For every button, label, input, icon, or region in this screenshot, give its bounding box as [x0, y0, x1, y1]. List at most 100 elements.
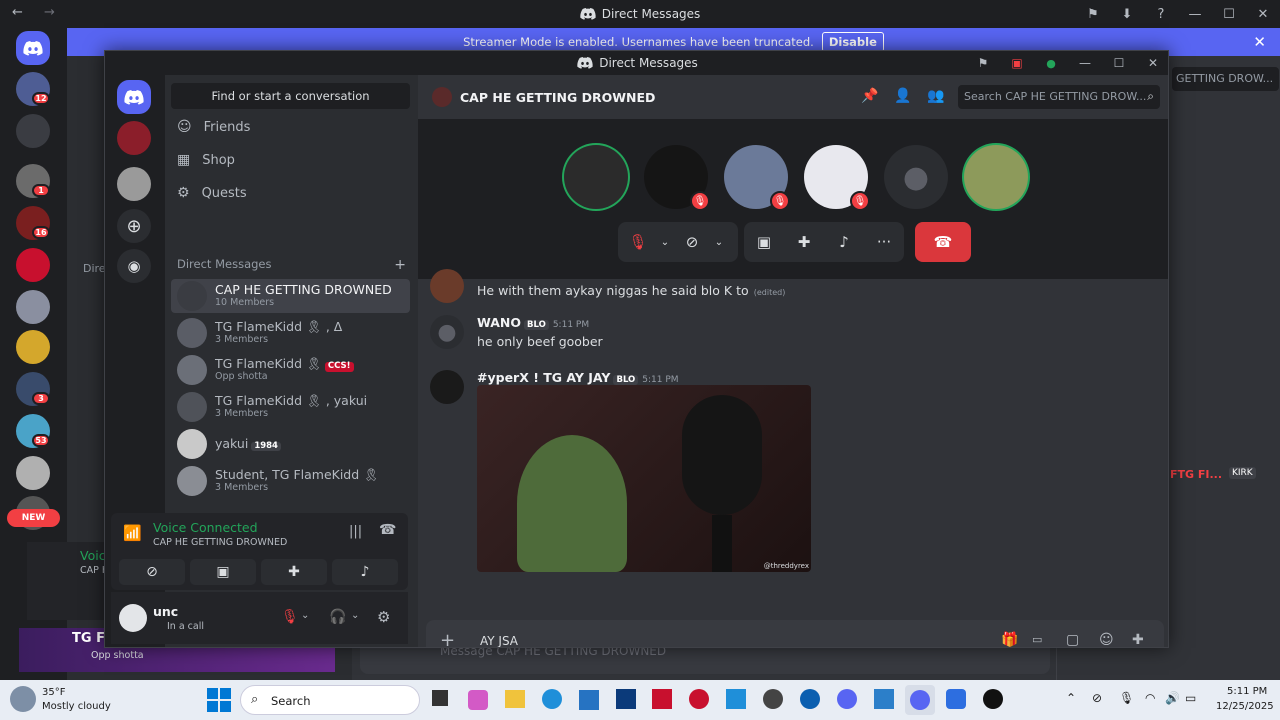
maximize-icon[interactable]: ☐	[1102, 56, 1136, 70]
network-icon[interactable]: ⊘	[1092, 691, 1102, 705]
message-input[interactable]: AY JSA	[480, 634, 518, 647]
call-participant[interactable]	[564, 145, 628, 209]
settings-gear-icon[interactable]: ⚙	[377, 608, 390, 626]
dm-item[interactable]: TG FlameKidd 🎗 , Δ3 Members	[171, 316, 410, 350]
screen-share-icon[interactable]: ▣	[190, 559, 256, 585]
discord-taskbar-icon[interactable]	[837, 689, 857, 709]
inbox-flag-icon[interactable]: ⚑	[966, 56, 1000, 70]
download-icon[interactable]: ▣	[1000, 56, 1034, 70]
outer-search-input[interactable]: GETTING DROW...	[1172, 67, 1279, 91]
dm-item[interactable]: Student, TG FlameKidd 🎗 3 Members	[171, 464, 410, 498]
chevron-down-icon[interactable]: ⌄	[658, 237, 672, 248]
minimize-icon[interactable]: —	[1068, 56, 1102, 70]
close-icon[interactable]: ✕	[1136, 56, 1168, 70]
avatar[interactable]	[430, 370, 464, 404]
app-icon[interactable]	[874, 689, 894, 709]
dm-item[interactable]: TG FlameKidd 🎗 , yakui 3 Members	[171, 390, 410, 424]
upload-plus-icon[interactable]: +	[440, 630, 455, 647]
store-icon[interactable]	[579, 690, 599, 710]
help-icon[interactable]: ●	[1034, 57, 1068, 70]
help-icon[interactable]: ?	[1144, 7, 1178, 22]
server-icon[interactable]	[16, 456, 50, 490]
app-icon[interactable]	[800, 689, 820, 709]
camera-off-icon[interactable]: ⊘	[672, 233, 712, 251]
pin-icon[interactable]: 📌	[861, 88, 878, 104]
nav-friends[interactable]: ☺ Friends	[177, 115, 250, 139]
create-dm-button[interactable]: +	[394, 257, 406, 273]
download-icon[interactable]: ⬇	[1110, 7, 1144, 22]
gift-icon[interactable]: 🎁	[1001, 632, 1018, 647]
add-server-icon[interactable]: ⊕	[117, 209, 151, 243]
volume-icon[interactable]: 🔊	[1165, 691, 1180, 705]
server-icon[interactable]	[16, 114, 50, 148]
discover-icon[interactable]: ◉	[117, 249, 151, 283]
mic-muted-icon[interactable]: 🎙	[281, 609, 299, 625]
close-banner-icon[interactable]: ✕	[1253, 33, 1266, 51]
avatar[interactable]: ●	[430, 315, 464, 349]
maximize-icon[interactable]: ☐	[1212, 7, 1246, 22]
battery-icon[interactable]: ▭	[1185, 691, 1196, 705]
clock-time[interactable]: 5:11 PM	[1227, 686, 1267, 697]
member-list-icon[interactable]: 👥	[927, 88, 944, 104]
file-explorer-icon[interactable]	[505, 690, 525, 708]
add-friends-icon[interactable]: 👤	[894, 88, 911, 104]
activities-icon[interactable]: ✚	[261, 559, 327, 585]
nav-quests[interactable]: ⚙ Quests	[177, 181, 247, 205]
weather-icon[interactable]	[10, 686, 36, 712]
camera-off-icon[interactable]: ⊘	[119, 559, 185, 585]
discord-active-icon[interactable]	[905, 685, 935, 715]
mic-tray-icon[interactable]: 🎙	[1119, 691, 1134, 705]
chevron-down-icon[interactable]: ⌄	[351, 610, 359, 621]
dm-item[interactable]: CAP HE GETTING DROWNED 10 Members	[171, 279, 410, 313]
soundboard-icon[interactable]: ♪	[332, 559, 398, 585]
call-participant[interactable]: 🎙	[724, 145, 790, 211]
message-author[interactable]: WANO	[477, 315, 521, 330]
avatar[interactable]	[430, 269, 464, 303]
app-icon[interactable]	[763, 689, 783, 709]
message-attachment-image[interactable]: @threddyrex	[477, 385, 811, 572]
server-icon[interactable]	[117, 121, 151, 155]
voice-channel[interactable]: CAP HE GETTING DROWNED	[153, 537, 287, 548]
forward-arrow-icon[interactable]: →	[44, 5, 55, 20]
headphones-icon[interactable]: 🎧	[329, 609, 346, 625]
app-icon[interactable]	[652, 689, 672, 709]
screen-share-icon[interactable]: ▣	[744, 233, 784, 251]
close-icon[interactable]: ✕	[1246, 7, 1280, 22]
disconnect-icon[interactable]: ☎	[379, 522, 396, 538]
chevron-up-icon[interactable]: ⌃	[1066, 691, 1076, 705]
app-icon[interactable]	[616, 689, 636, 709]
message-author[interactable]: #yperX ! TG AY JAY	[477, 370, 610, 385]
app-icon[interactable]	[946, 689, 966, 709]
end-call-button[interactable]: ☎	[915, 222, 971, 262]
server-icon[interactable]	[16, 330, 50, 364]
call-participant[interactable]: 🎙	[804, 145, 870, 211]
outer-home-icon[interactable]	[16, 31, 50, 65]
clock-date[interactable]: 12/25/2025	[1216, 701, 1274, 712]
server-icon[interactable]	[16, 290, 50, 324]
chevron-down-icon[interactable]: ⌄	[712, 237, 726, 248]
taskbar-search[interactable]: ⌕ Search	[240, 685, 420, 715]
connection-signal-icon[interactable]: 📶	[123, 524, 142, 542]
disable-streamer-button[interactable]: Disable	[821, 32, 884, 52]
chevron-down-icon[interactable]: ⌄	[301, 610, 309, 621]
inbox-flag-icon[interactable]: ⚑	[1076, 7, 1110, 22]
gif-icon[interactable]: ▭	[1032, 633, 1042, 646]
minimize-icon[interactable]: —	[1178, 7, 1212, 22]
sticker-icon[interactable]: ▢	[1066, 632, 1079, 647]
windows-start-icon[interactable]	[207, 688, 231, 712]
call-participant[interactable]	[964, 145, 1028, 209]
search-input[interactable]: Search CAP HE GETTING DROW... ⌕	[958, 85, 1160, 109]
call-participant[interactable]: ●	[884, 145, 948, 209]
dm-item[interactable]: yakui 1984	[171, 427, 410, 461]
mic-muted-icon[interactable]: 🎙	[618, 233, 658, 251]
app-icon[interactable]	[726, 689, 746, 709]
more-options-icon[interactable]: ···	[864, 233, 904, 251]
server-icon[interactable]	[117, 167, 151, 201]
back-arrow-icon[interactable]: ←	[12, 5, 23, 20]
dm-item[interactable]: TG FlameKidd 🎗 CCS! Opp shotta	[171, 353, 410, 387]
media-player-icon[interactable]	[983, 689, 1003, 709]
edge-icon[interactable]	[542, 689, 562, 709]
server-icon[interactable]	[16, 248, 50, 282]
task-view-icon[interactable]	[432, 690, 448, 706]
home-icon[interactable]	[117, 80, 151, 114]
